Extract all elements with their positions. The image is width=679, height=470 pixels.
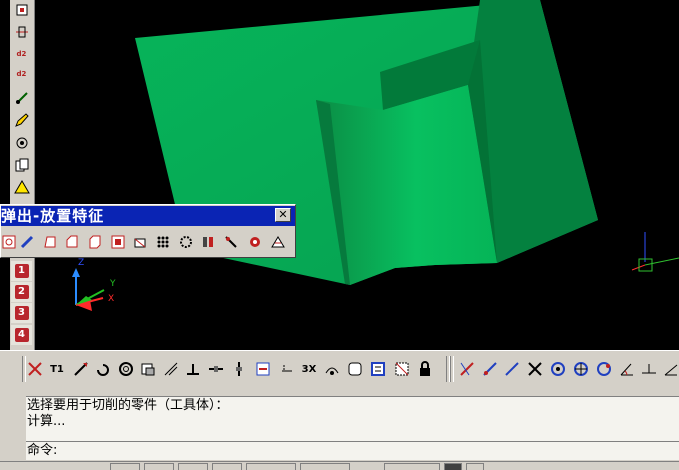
coordinate-triad bbox=[72, 268, 105, 311]
combine-icon[interactable] bbox=[247, 234, 263, 250]
command-input[interactable]: 命令: bbox=[26, 441, 679, 460]
line-tool-icon[interactable] bbox=[458, 360, 476, 378]
command-history-line: 选择要用于切削的零件（工具体）： bbox=[27, 398, 229, 413]
placed-features-popup[interactable]: 弹出-放置特征 ✕ bbox=[0, 204, 296, 258]
axis-label-z: Z bbox=[78, 258, 85, 268]
trim-icon[interactable] bbox=[26, 360, 44, 378]
point-line-icon[interactable] bbox=[481, 360, 499, 378]
extend-icon[interactable] bbox=[72, 360, 90, 378]
normal-icon[interactable] bbox=[640, 360, 658, 378]
toolbar-2-button[interactable]: 2 bbox=[11, 282, 32, 302]
view-triad-right bbox=[631, 232, 679, 272]
circular-pattern-icon[interactable] bbox=[178, 234, 194, 250]
horizontal-icon[interactable] bbox=[207, 360, 225, 378]
angle-icon[interactable] bbox=[618, 360, 636, 378]
split-icon[interactable] bbox=[223, 234, 239, 250]
pencil-icon[interactable] bbox=[11, 110, 32, 130]
toolbar-1-button[interactable]: 1 bbox=[11, 261, 32, 281]
measure-icon[interactable] bbox=[11, 133, 32, 153]
tangent-icon[interactable] bbox=[162, 360, 180, 378]
left-toolbar: d2 d2 1 2 3 4 bbox=[10, 0, 35, 350]
symmetric-icon[interactable] bbox=[323, 360, 341, 378]
tangent-circle-icon[interactable] bbox=[572, 360, 590, 378]
command-prompt: 命令: bbox=[27, 443, 58, 458]
rounded-rectangle-icon[interactable] bbox=[346, 360, 364, 378]
popup-icon-row bbox=[1, 229, 297, 255]
t1-button[interactable]: T1 bbox=[48, 360, 66, 378]
collinear-icon[interactable] bbox=[254, 360, 272, 378]
popup-title[interactable]: 弹出-放置特征 bbox=[1, 206, 295, 226]
command-history: 选择要用于切削的零件（工具体）： 计算... bbox=[26, 396, 679, 441]
vertical-icon[interactable] bbox=[230, 360, 248, 378]
pattern-icon[interactable] bbox=[155, 234, 171, 250]
circle-center-icon[interactable] bbox=[549, 360, 567, 378]
view-cube-icon[interactable] bbox=[11, 0, 32, 20]
sketch-constraints-toolbar: T1 3X bbox=[0, 350, 679, 387]
auto-constraint-icon[interactable] bbox=[393, 360, 411, 378]
dimension-icon[interactable] bbox=[11, 22, 32, 42]
snap-icon[interactable] bbox=[662, 360, 679, 378]
mirror-icon[interactable] bbox=[200, 234, 216, 250]
shell-icon[interactable] bbox=[64, 234, 80, 250]
diagonal-line-icon[interactable] bbox=[503, 360, 521, 378]
draft-icon[interactable] bbox=[87, 234, 103, 250]
axis-label-y: Y bbox=[110, 279, 116, 289]
chamfer-icon[interactable] bbox=[42, 234, 58, 250]
lock-icon[interactable] bbox=[416, 360, 434, 378]
3d-viewport[interactable]: Z Y X bbox=[0, 0, 679, 350]
toolbar-4-button[interactable]: 4 bbox=[11, 325, 32, 345]
equal-length-icon[interactable] bbox=[369, 360, 387, 378]
move-face-icon[interactable] bbox=[270, 234, 286, 250]
copy-icon[interactable] bbox=[11, 155, 32, 175]
fix-icon[interactable] bbox=[278, 360, 296, 378]
d2-dimension-icon[interactable]: d2 bbox=[11, 44, 32, 64]
thread-icon[interactable] bbox=[132, 234, 148, 250]
axis-label-x: X bbox=[108, 294, 115, 304]
face-draft-icon[interactable] bbox=[110, 234, 126, 250]
3x-button[interactable]: 3X bbox=[300, 360, 318, 378]
close-button[interactable]: ✕ bbox=[275, 208, 291, 222]
point-on-circle-icon[interactable] bbox=[595, 360, 613, 378]
warning-triangle-icon[interactable] bbox=[11, 177, 32, 197]
rotate-icon[interactable] bbox=[94, 360, 112, 378]
intersect-icon[interactable] bbox=[526, 360, 544, 378]
command-history-line: 计算... bbox=[27, 414, 66, 429]
concentric-icon[interactable] bbox=[117, 360, 135, 378]
fillet-icon[interactable] bbox=[19, 234, 35, 250]
command-panel: 选择要用于切削的零件（工具体）： 计算... 命令: bbox=[0, 386, 679, 469]
toolbar-separator bbox=[450, 356, 454, 382]
toolbar-3-button[interactable]: 3 bbox=[11, 303, 32, 323]
hole-icon[interactable] bbox=[1, 234, 17, 250]
perpendicular-icon[interactable] bbox=[184, 360, 202, 378]
offset-icon[interactable] bbox=[139, 360, 157, 378]
part-model[interactable] bbox=[0, 0, 679, 350]
d2-equation-icon[interactable]: d2 bbox=[11, 64, 32, 84]
edit-sketch-icon[interactable] bbox=[11, 88, 32, 108]
